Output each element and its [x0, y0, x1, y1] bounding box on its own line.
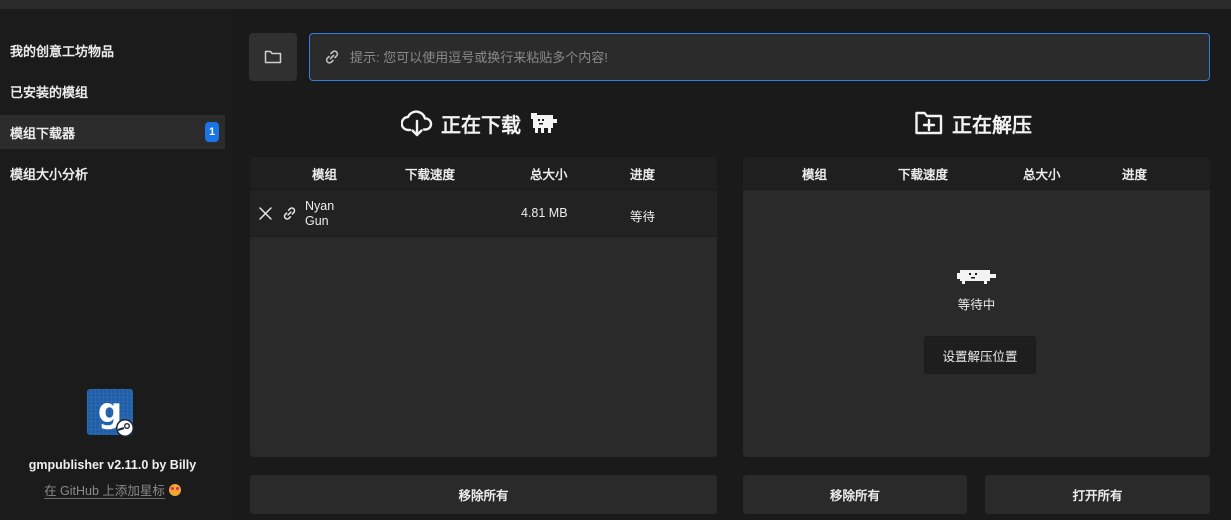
column-header-speed: 下载速度 [405, 168, 456, 182]
app-version: gmpublisher v2.11.0 by Billy [28, 458, 197, 472]
addon-name: Nyan Gun [305, 199, 334, 229]
cloud-download-icon [401, 110, 433, 137]
sidebar-item-label: 模组大小分析 [10, 166, 89, 182]
sidebar-item-size-analyzer[interactable]: 模组大小分析 [0, 156, 225, 190]
download-table-header: 模组 下载速度 总大小 进度 [250, 157, 717, 190]
folder-plus-icon [915, 111, 943, 135]
addon-name-line2: Gun [305, 214, 329, 228]
column-header-addon: 模组 [802, 168, 828, 182]
download-size: 4.81 MB [521, 206, 568, 220]
sidebar-item-label: 模组下载器 [10, 125, 76, 141]
open-all-button[interactable]: 打开所有 [985, 475, 1210, 514]
steam-icon [116, 419, 134, 437]
sidebar: 我的创意工坊物品 已安装的模组 模组下载器 1 模组大小分析 g gmpubli… [0, 9, 233, 520]
github-star-line: 在 GitHub 上添加星标 [0, 480, 225, 499]
remove-all-downloads-button[interactable]: 移除所有 [250, 475, 717, 514]
column-header-size: 总大小 [530, 168, 568, 182]
set-extract-location-button[interactable]: 设置解压位置 [924, 336, 1036, 374]
download-progress: 等待 [630, 210, 656, 224]
workshop-link-input[interactable] [350, 49, 1200, 65]
sidebar-item-installed-addons[interactable]: 已安装的模组 [0, 74, 225, 108]
workshop-link-field[interactable] [309, 33, 1210, 81]
sidebar-item-label: 已安装的模组 [10, 84, 89, 100]
extracting-title: 正在解压 [914, 106, 1032, 140]
dog-icon [956, 270, 996, 284]
addon-name-line1: Nyan [305, 199, 335, 213]
sidebar-item-label: 我的创意工坊物品 [10, 43, 115, 59]
github-star-link[interactable]: 在 GitHub 上添加星标 [44, 484, 165, 499]
downloading-title-text: 正在下载 [441, 114, 521, 137]
window-top-bar [0, 0, 1231, 9]
folder-icon [264, 50, 282, 64]
column-header-size: 总大小 [1023, 168, 1061, 182]
gmod-logo: g [87, 389, 135, 437]
remove-all-extracts-button[interactable]: 移除所有 [743, 475, 967, 514]
downloading-title: 正在下载 [401, 106, 567, 140]
column-header-speed: 下载速度 [898, 168, 949, 182]
open-workshop-link-button[interactable] [282, 206, 297, 224]
extract-table-header: 模组 下载速度 总大小 进度 [743, 157, 1210, 190]
extract-table: 模组 下载速度 总大小 进度 等待中 设置解压位置 [743, 157, 1210, 457]
dog-icon [531, 113, 557, 133]
download-table: 模组 下载速度 总大小 进度 Nyan Gun 4.81 MB 等待 [250, 157, 717, 457]
link-icon [283, 207, 296, 220]
open-folder-button[interactable] [249, 33, 297, 81]
link-icon [325, 50, 339, 64]
sidebar-item-downloader[interactable]: 模组下载器 1 [0, 115, 225, 149]
star-struck-emoji-icon [168, 484, 181, 496]
column-header-progress: 进度 [1122, 168, 1148, 182]
download-count-badge: 1 [205, 122, 219, 142]
sidebar-item-my-workshop[interactable]: 我的创意工坊物品 [0, 33, 225, 67]
waiting-text: 等待中 [957, 298, 996, 312]
extract-empty-state: 等待中 [743, 267, 1210, 313]
column-header-progress: 进度 [630, 168, 656, 182]
cancel-download-button[interactable] [258, 206, 273, 224]
column-header-addon: 模组 [312, 168, 338, 182]
table-row: Nyan Gun 4.81 MB 等待 [250, 190, 717, 237]
extracting-title-text: 正在解压 [952, 114, 1032, 137]
close-icon [259, 207, 272, 220]
